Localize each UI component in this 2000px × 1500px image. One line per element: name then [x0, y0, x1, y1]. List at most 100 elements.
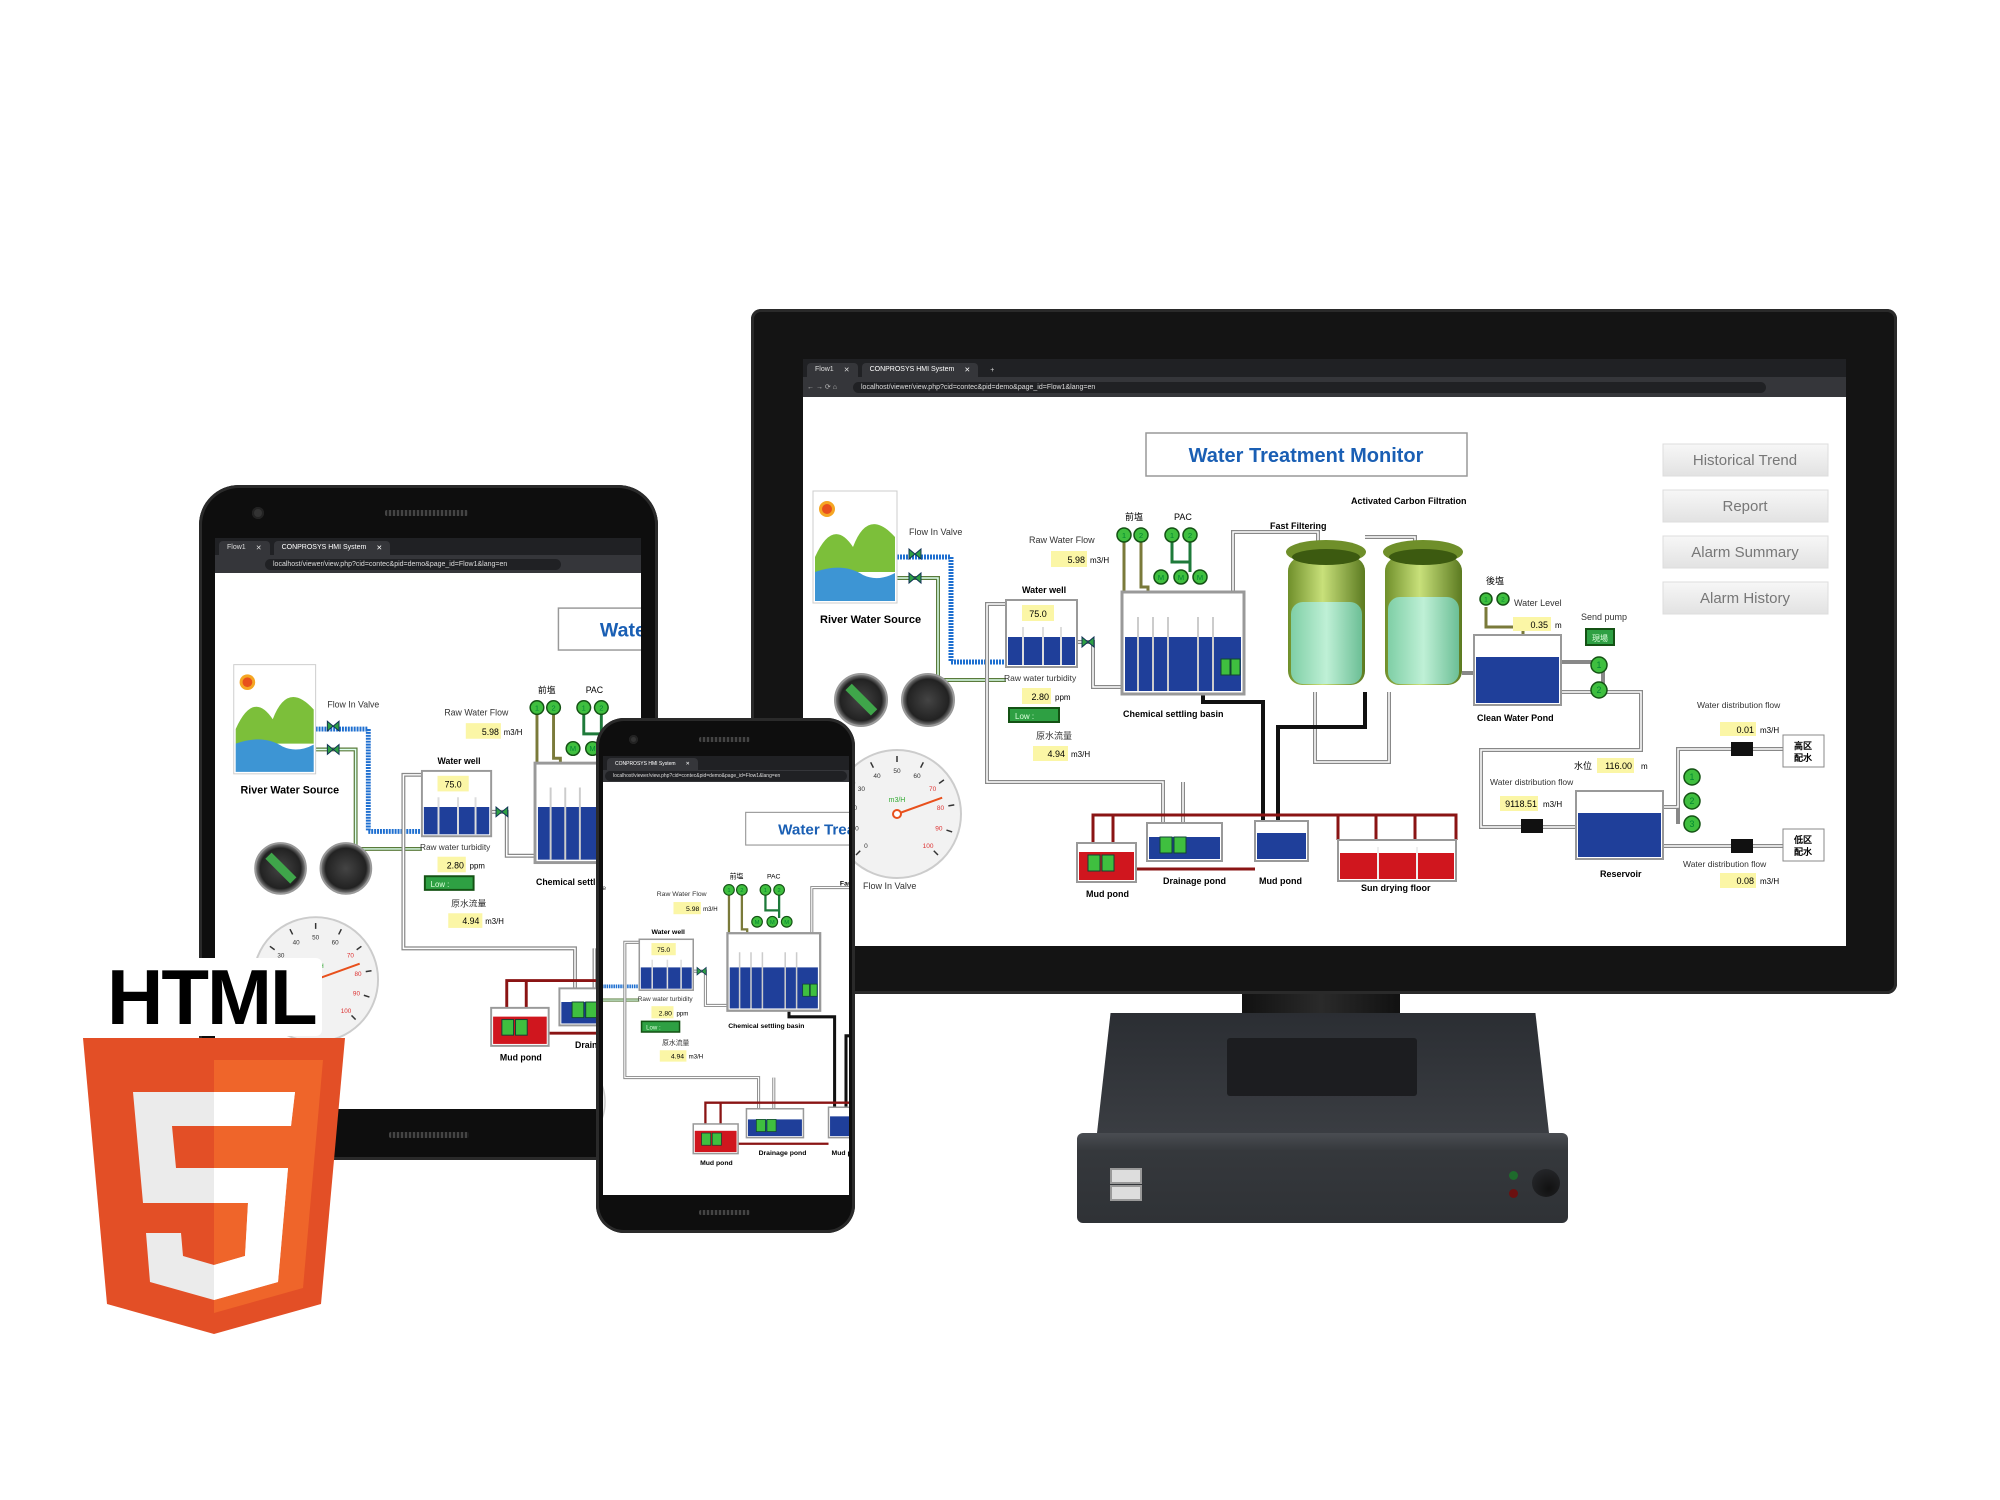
pump[interactable]: 3	[1683, 815, 1701, 833]
selector-switch-knob[interactable]	[834, 673, 888, 727]
selector-switch-knob[interactable]	[254, 842, 307, 895]
close-icon[interactable]: ✕	[686, 761, 690, 767]
mud-pond-1	[1076, 842, 1137, 883]
raw-flow-jp-value: 4.94	[671, 1054, 684, 1061]
pump[interactable]: 2	[773, 883, 786, 896]
pump[interactable]: 2	[1182, 527, 1198, 543]
pump[interactable]: M	[766, 915, 779, 928]
pump-number: 2	[1188, 531, 1192, 540]
close-icon[interactable]: ✕	[376, 544, 382, 552]
button-label: Historical Trend	[1693, 452, 1797, 469]
main-flow-valve[interactable]	[1521, 819, 1543, 833]
browser-tab[interactable]: Flow1 ✕	[807, 363, 858, 377]
page-title: Water Treatment Monitor	[778, 821, 849, 838]
address-bar: localhost/viewer/view.php?cid=contec&pid…	[603, 770, 849, 782]
reservoir-label: Reservoir	[1600, 869, 1642, 879]
flow-in-valve-2[interactable]	[908, 571, 922, 585]
pump[interactable]: 2	[735, 883, 748, 896]
pump[interactable]: 1	[1116, 527, 1132, 543]
pump[interactable]: M	[780, 915, 793, 928]
mud-pond-label: Mud pond	[1086, 889, 1129, 899]
browser-tab[interactable]: CONPROSYS HMI System ✕	[607, 758, 698, 770]
mud-pond-label: Mud pond	[700, 1160, 733, 1167]
tablet-camera	[252, 507, 264, 519]
push-button-knob[interactable]	[319, 842, 373, 895]
pac-label: PAC	[586, 685, 603, 695]
motor-label: M	[1178, 573, 1184, 582]
browser-tab-bar: Flow1 ✕ CONPROSYS HMI System ✕ +	[803, 359, 1846, 377]
new-tab-button[interactable]: +	[982, 364, 1002, 377]
pump[interactable]: 1	[759, 883, 772, 896]
clean-water-pond	[1473, 634, 1562, 706]
raw-water-flow-label: Raw Water Flow	[444, 707, 509, 717]
unit-label: m3/H	[1543, 800, 1562, 809]
close-icon[interactable]: ✕	[964, 366, 970, 374]
high-zone-label: 配水	[1794, 752, 1813, 763]
pump[interactable]: 2	[593, 699, 609, 716]
send-pump-mode-button[interactable]: 現場	[1585, 628, 1615, 646]
unit-label: m3/H	[1071, 750, 1090, 759]
power-button[interactable]	[1532, 1169, 1560, 1197]
pump[interactable]: 2	[1133, 527, 1149, 543]
browser-tab[interactable]: CONPROSYS HMI System ✕	[273, 541, 391, 555]
water-well-valve[interactable]	[495, 805, 509, 818]
page-title: Water Treatment Monitor	[1189, 445, 1424, 467]
pump[interactable]: M	[565, 740, 581, 757]
report-button[interactable]: Report	[1662, 489, 1829, 523]
pump[interactable]: 1	[1590, 656, 1608, 674]
url-input[interactable]: localhost/viewer/view.php?cid=contec&pid…	[265, 558, 561, 570]
river-water-source-label: River Water Source	[241, 784, 340, 796]
pump[interactable]: 2	[545, 699, 562, 716]
browser-tab-bar: CONPROSYS HMI System ✕	[603, 756, 849, 770]
pump[interactable]: M	[1192, 569, 1208, 585]
pump[interactable]: 2	[1683, 792, 1701, 810]
pump[interactable]: 1	[1479, 592, 1493, 606]
send-pump-mode: 現場	[1592, 633, 1608, 643]
phone: CONPROSYS HMI System ✕ localhost/viewer/v…	[596, 718, 855, 1233]
nav-icons[interactable]: ← → ⟳ ⌂	[807, 383, 837, 391]
dist-flow-high-value: 0.01	[1736, 725, 1754, 735]
pump[interactable]: 1	[1683, 768, 1701, 786]
pump[interactable]: 2	[1590, 681, 1608, 699]
box-pc	[1077, 1013, 1568, 1223]
low-zone-flow-valve[interactable]	[1731, 839, 1753, 853]
pump[interactable]: M	[751, 915, 763, 928]
phone-speaker-bottom	[699, 1210, 750, 1215]
dist-flow-high-label: Water distribution flow	[1697, 700, 1781, 710]
pump[interactable]: 1	[723, 883, 735, 896]
pump[interactable]: 2	[1496, 592, 1510, 606]
close-icon[interactable]: ✕	[256, 544, 262, 552]
unit-label: m3/H	[485, 917, 504, 926]
tab-label: CONPROSYS HMI System	[615, 761, 676, 767]
water-well-value: 75.0	[657, 947, 670, 954]
high-zone-flow-valve[interactable]	[1731, 742, 1753, 756]
close-icon[interactable]: ✕	[844, 366, 850, 374]
alarm-summary-button[interactable]: Alarm Summary	[1662, 535, 1829, 569]
mud-pond-2	[827, 1106, 849, 1139]
drainage-pond-label: Drainage pond	[759, 1150, 807, 1157]
url-input[interactable]: localhost/viewer/view.php?cid=contec&pid…	[605, 771, 847, 781]
historical-trend-button[interactable]: Historical Trend	[1662, 443, 1829, 477]
pump[interactable]: 1	[576, 699, 592, 716]
browser-tab[interactable]: CONPROSYS HMI System ✕	[861, 363, 979, 377]
alarm-history-button[interactable]: Alarm History	[1662, 581, 1829, 615]
push-button-knob[interactable]	[901, 673, 955, 727]
pump[interactable]: 1	[1164, 527, 1180, 543]
browser-tab[interactable]: Flow1 ✕	[219, 541, 270, 555]
unit-label: ppm	[677, 1010, 689, 1017]
pump[interactable]: 1	[529, 699, 545, 716]
fast-filtering-label: Fast Filtering	[840, 880, 849, 887]
water-well-valve[interactable]	[696, 966, 707, 976]
flow-gauge: m3/H 0102030405060708090100	[603, 1085, 606, 1119]
unit-label: m3/H	[1090, 556, 1109, 565]
phone-speaker	[699, 737, 750, 742]
low-zone-box: 低区 配水	[1782, 828, 1825, 862]
motor-label: M	[755, 920, 760, 926]
water-well-valve[interactable]	[1081, 635, 1095, 649]
flow-in-valve-2[interactable]	[326, 743, 340, 756]
turbidity-status: Low :	[646, 1025, 661, 1032]
gauge-tick-label: 50	[312, 935, 320, 942]
pump[interactable]: M	[1173, 569, 1189, 585]
url-input[interactable]: localhost/viewer/view.php?cid=contec&pid…	[853, 381, 1766, 393]
pump[interactable]: M	[1153, 569, 1169, 585]
